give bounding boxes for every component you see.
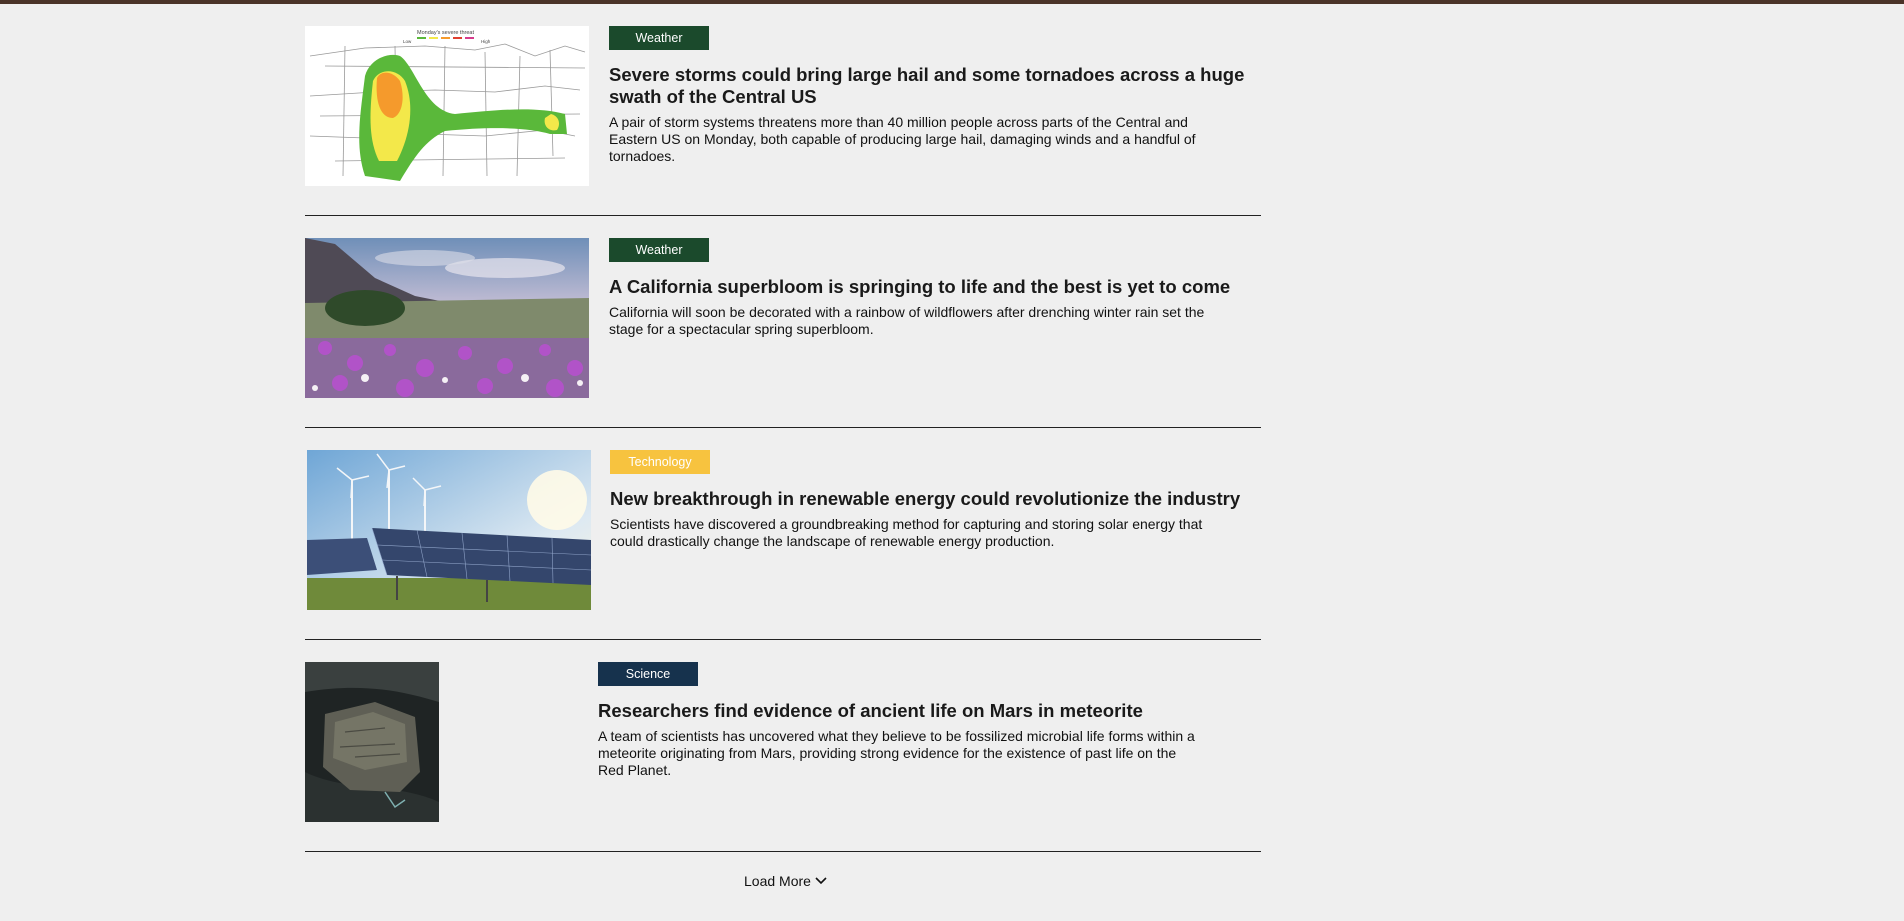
article-headline[interactable]: A California superbloom is springing to … (609, 276, 1249, 298)
category-badge[interactable]: Weather (609, 238, 709, 262)
category-badge[interactable]: Weather (609, 26, 709, 50)
article-card[interactable]: Monday's severe threat Low High Weather … (305, 4, 1261, 216)
article-card[interactable]: Technology New breakthrough in renewable… (305, 428, 1261, 640)
article-summary: California will soon be decorated with a… (609, 304, 1205, 337)
map-title: Monday's severe threat (417, 30, 474, 36)
article-card[interactable]: Weather A California superbloom is sprin… (305, 216, 1261, 428)
article-card[interactable]: Science Researchers find evidence of anc… (305, 640, 1261, 852)
load-more-label: Load More (744, 873, 811, 889)
map-legend-high: High (481, 39, 491, 44)
article-summary: A pair of storm systems threatens more t… (609, 114, 1196, 164)
article-summary: A team of scientists has uncovered what … (598, 728, 1195, 778)
article-headline[interactable]: Severe storms could bring large hail and… (609, 64, 1249, 108)
category-badge[interactable]: Science (598, 662, 698, 686)
superbloom-photo[interactable] (305, 238, 589, 398)
article-feed: Monday's severe threat Low High Weather … (305, 4, 1261, 852)
article-headline[interactable]: Researchers find evidence of ancient lif… (598, 700, 1238, 722)
map-legend-low: Low (403, 39, 412, 44)
category-badge[interactable]: Technology (610, 450, 710, 474)
mars-meteorite-photo[interactable] (305, 662, 439, 822)
chevron-down-icon (815, 877, 827, 885)
load-more-button[interactable]: Load More (744, 873, 827, 889)
article-summary: Scientists have discovered a groundbreak… (610, 516, 1203, 549)
article-headline[interactable]: New breakthrough in renewable energy cou… (610, 488, 1250, 510)
solar-panels-wind-turbines-photo[interactable] (307, 450, 591, 610)
severe-weather-map-image[interactable]: Monday's severe threat Low High (305, 26, 589, 186)
